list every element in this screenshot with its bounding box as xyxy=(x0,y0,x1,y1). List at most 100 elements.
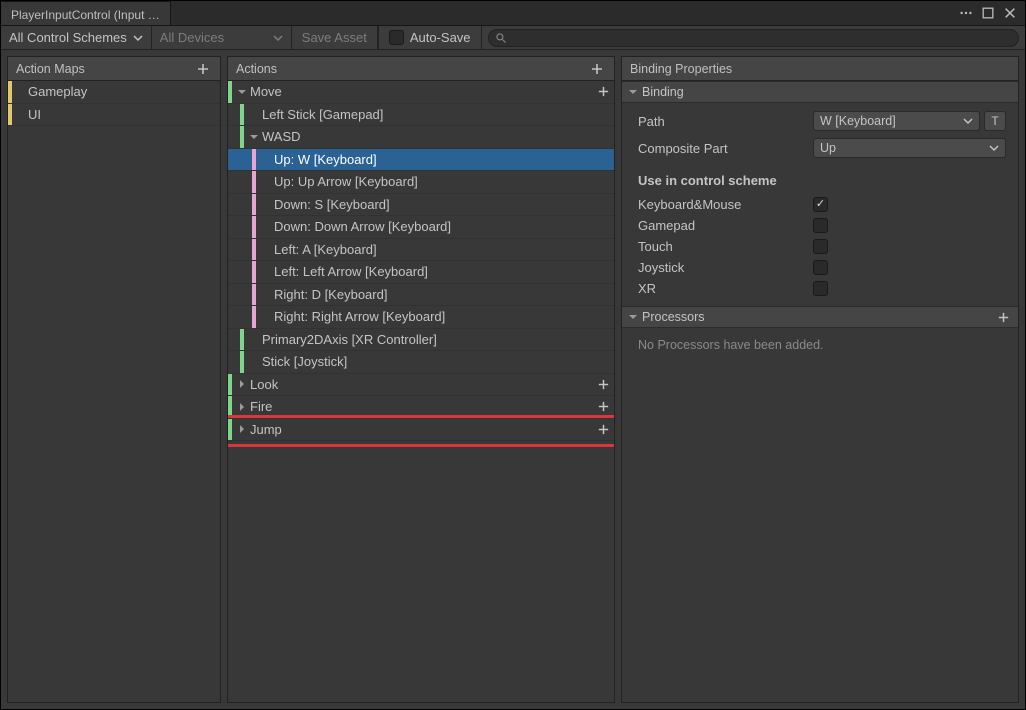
action-row[interactable]: Look xyxy=(228,374,614,397)
save-asset-button[interactable]: Save Asset xyxy=(292,26,378,49)
add-processor-button[interactable] xyxy=(994,308,1012,326)
part-row[interactable]: Down: S [Keyboard] xyxy=(228,194,614,217)
part-row[interactable]: Right: Right Arrow [Keyboard] xyxy=(228,306,614,329)
binding-row[interactable]: Primary2DAxis [XR Controller] xyxy=(228,329,614,352)
control-scheme-checkbox[interactable] xyxy=(813,218,828,233)
color-stripe xyxy=(228,419,232,441)
control-scheme-row: Keyboard&Mouse xyxy=(638,197,1006,212)
binding-row[interactable]: Left Stick [Gamepad] xyxy=(228,104,614,127)
action-map-item[interactable]: UI xyxy=(8,104,220,127)
control-scheme-checkbox[interactable] xyxy=(813,239,828,254)
control-scheme-label: Gamepad xyxy=(638,218,813,233)
add-binding-button[interactable] xyxy=(597,85,614,98)
foldout-closed-icon[interactable] xyxy=(236,402,248,412)
part-row[interactable]: Up: Up Arrow [Keyboard] xyxy=(228,171,614,194)
binding-label: Primary2DAxis [XR Controller] xyxy=(260,332,437,347)
actions-header: Actions xyxy=(228,57,614,81)
path-text-toggle-label: T xyxy=(991,114,998,128)
foldout-closed-icon[interactable] xyxy=(236,379,248,389)
processors-section-header[interactable]: Processors xyxy=(622,306,1018,328)
action-label: Fire xyxy=(248,399,272,414)
composite-part-value: Up xyxy=(820,141,836,155)
control-scheme-checkbox-list: Keyboard&MouseGamepadTouchJoystickXR xyxy=(638,197,1006,296)
actions-list: Move Left Stick [Gamepad] WASD Up: W [Keybo… xyxy=(228,81,614,702)
add-binding-button[interactable] xyxy=(597,400,614,413)
plus-icon xyxy=(590,62,604,76)
part-row[interactable]: Left: A [Keyboard] xyxy=(228,239,614,262)
toolbar: All Control Schemes All Devices Save Ass… xyxy=(1,26,1025,50)
binding-row[interactable]: Stick [Joystick] xyxy=(228,351,614,374)
composite-part-label: Composite Part xyxy=(638,141,813,156)
add-action-button[interactable] xyxy=(588,60,606,78)
properties-panel: Binding Properties Binding Path W [Keybo… xyxy=(621,56,1019,703)
part-row[interactable]: Up: W [Keyboard] xyxy=(228,149,614,172)
plus-icon xyxy=(196,62,210,76)
color-stripe xyxy=(252,149,256,171)
color-stripe xyxy=(228,81,232,103)
action-label: Look xyxy=(248,377,278,392)
part-row[interactable]: Right: D [Keyboard] xyxy=(228,284,614,307)
composite-row[interactable]: WASD xyxy=(228,126,614,149)
action-row[interactable]: Move xyxy=(228,81,614,104)
control-scheme-checkbox[interactable] xyxy=(813,197,828,212)
binding-label: Left Stick [Gamepad] xyxy=(260,107,383,122)
search-input[interactable] xyxy=(488,29,1019,47)
action-row[interactable]: Fire xyxy=(228,396,614,419)
action-row[interactable]: Jump xyxy=(228,419,614,442)
composite-part-row: Composite Part Up xyxy=(638,138,1006,158)
plus-icon xyxy=(597,400,610,413)
properties-header: Binding Properties xyxy=(622,57,1018,81)
foldout-open-icon[interactable] xyxy=(248,132,260,142)
color-stripe xyxy=(252,171,256,193)
tab-playerinputcontrol[interactable]: PlayerInputControl (Input … xyxy=(1,1,171,25)
color-stripe xyxy=(252,216,256,238)
control-scheme-checkbox[interactable] xyxy=(813,281,828,296)
part-label: Right: D [Keyboard] xyxy=(272,287,387,302)
foldout-open-icon xyxy=(628,87,638,97)
processors-empty-text: No Processors have been added. xyxy=(622,328,1018,362)
color-stripe xyxy=(252,261,256,283)
actions-title: Actions xyxy=(236,62,277,76)
foldout-closed-icon[interactable] xyxy=(236,424,248,434)
autosave-checkbox[interactable] xyxy=(389,30,404,45)
action-map-item[interactable]: Gameplay xyxy=(8,81,220,104)
color-stripe xyxy=(252,306,256,328)
control-scheme-label: XR xyxy=(638,281,813,296)
add-binding-button[interactable] xyxy=(597,423,614,436)
control-scheme-row: Joystick xyxy=(638,260,1006,275)
color-stripe xyxy=(240,351,244,373)
add-action-map-button[interactable] xyxy=(194,60,212,78)
binding-label: Stick [Joystick] xyxy=(260,354,347,369)
part-label: Up: W [Keyboard] xyxy=(272,152,377,167)
action-maps-list: Gameplay UI xyxy=(8,81,220,702)
path-row: Path W [Keyboard] T xyxy=(638,111,1006,131)
control-scheme-checkbox[interactable] xyxy=(813,260,828,275)
autosave-toggle[interactable]: Auto-Save xyxy=(378,26,482,49)
composite-part-dropdown[interactable]: Up xyxy=(813,138,1006,158)
foldout-open-icon[interactable] xyxy=(236,87,248,97)
path-value: W [Keyboard] xyxy=(820,114,896,128)
color-stripe xyxy=(252,239,256,261)
color-stripe xyxy=(240,329,244,351)
kebab-menu-icon[interactable] xyxy=(959,6,973,20)
binding-section-header[interactable]: Binding xyxy=(622,81,1018,103)
path-dropdown[interactable]: W [Keyboard] xyxy=(813,111,980,131)
path-text-toggle-button[interactable]: T xyxy=(984,111,1006,131)
save-asset-label: Save Asset xyxy=(302,30,367,45)
color-stripe xyxy=(252,194,256,216)
plus-icon xyxy=(597,85,610,98)
part-row[interactable]: Down: Down Arrow [Keyboard] xyxy=(228,216,614,239)
action-map-label: Gameplay xyxy=(12,84,87,99)
add-binding-button[interactable] xyxy=(597,378,614,391)
color-stripe xyxy=(228,374,232,396)
part-row[interactable]: Left: Left Arrow [Keyboard] xyxy=(228,261,614,284)
control-scheme-row: Gamepad xyxy=(638,218,1006,233)
processors-section-title: Processors xyxy=(642,310,705,324)
autosave-label: Auto-Save xyxy=(410,30,471,45)
devices-dropdown[interactable]: All Devices xyxy=(152,26,292,49)
close-icon[interactable] xyxy=(1003,6,1017,20)
control-schemes-dropdown[interactable]: All Control Schemes xyxy=(1,26,152,49)
control-schemes-label: All Control Schemes xyxy=(9,30,127,45)
maximize-icon[interactable] xyxy=(981,6,995,20)
input-actions-window: PlayerInputControl (Input … All Control … xyxy=(0,0,1026,710)
